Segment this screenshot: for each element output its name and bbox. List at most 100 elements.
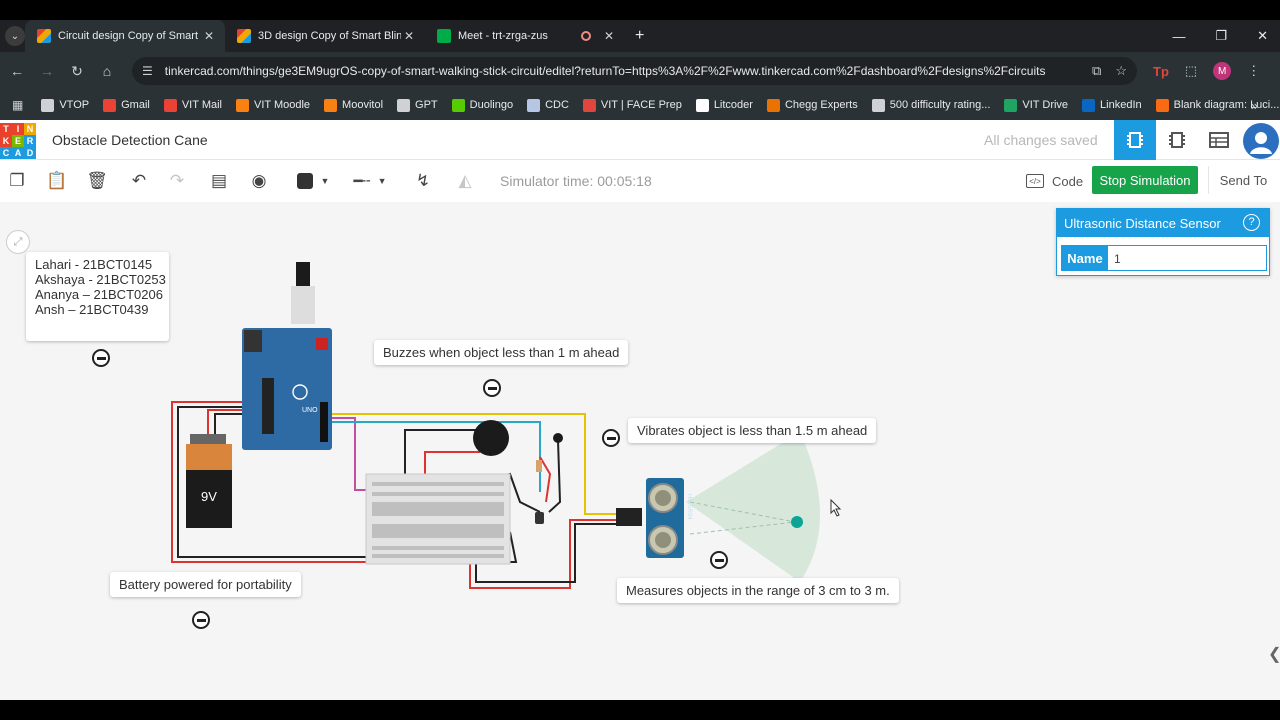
collapse-note-icon[interactable] <box>192 611 210 629</box>
bookmark-item[interactable]: Litcoder <box>695 98 753 112</box>
bookmark-item[interactable]: Blank diagram: Luci... <box>1155 98 1280 112</box>
paste-icon[interactable]: 📋 <box>44 168 70 194</box>
bookmark-item[interactable]: 500 difficulty rating... <box>871 98 990 112</box>
user-avatar[interactable] <box>1243 123 1279 159</box>
more-bookmarks-icon[interactable]: » <box>1251 98 1258 113</box>
tab-strip: ⌄ Circuit design Copy of Smart W ✕ 3D de… <box>0 20 1280 52</box>
buzzer-note[interactable]: Buzzes when object less than 1 m ahead <box>374 340 629 365</box>
bookmark-item[interactable]: CDC <box>527 98 569 112</box>
battery-note[interactable]: Battery powered for portability <box>110 572 301 597</box>
tab-search-button[interactable]: ⌄ <box>5 26 25 46</box>
restore-icon[interactable]: ❐ <box>1215 28 1227 44</box>
bookmark-label: VTOP <box>59 99 90 111</box>
sensor-range-cone <box>686 432 820 582</box>
workplane-canvas[interactable]: ⤢ 9V UNO HC-SR04 Lahari - 21BCT0145 Aksh… <box>0 202 1280 700</box>
code-button[interactable]: </> Code <box>1018 168 1086 194</box>
bookmarks-bar: ▦ VTOP Gmail VIT Mail VIT Moodle Moovitol GPT… <box>0 90 1280 120</box>
bookmark-item[interactable]: Moovitol <box>324 98 383 112</box>
transistor[interactable] <box>535 512 544 524</box>
notes-visibility-icon[interactable]: ◉ <box>246 168 272 194</box>
redo-icon[interactable]: ↷ <box>164 168 190 194</box>
collapse-note-icon[interactable] <box>92 349 110 367</box>
circuit-view-button[interactable] <box>1114 120 1156 160</box>
breadboard[interactable] <box>365 473 511 565</box>
new-tab-button[interactable]: + <box>635 27 644 45</box>
bookmark-item[interactable]: VIT Moodle <box>235 98 311 112</box>
reload-icon[interactable]: ↻ <box>62 63 92 80</box>
piezo-buzzer[interactable] <box>473 420 509 456</box>
bookmark-item[interactable]: VTOP <box>41 98 90 112</box>
range-note[interactable]: Measures objects in the range of 3 cm to… <box>617 578 899 603</box>
logo-letter: R <box>24 135 36 147</box>
send-to-button[interactable]: Send To <box>1208 166 1278 194</box>
bookmark-favicon-icon <box>235 98 249 112</box>
close-tab-icon[interactable]: ✕ <box>201 29 217 43</box>
apps-grid-icon[interactable]: ▦ <box>12 98 23 112</box>
window-controls: — ❐ ✕ <box>1172 20 1268 52</box>
rotate-wire-icon[interactable]: ↯ <box>410 168 436 194</box>
stop-simulation-button[interactable]: Stop Simulation <box>1092 166 1198 194</box>
bookmark-label: VIT Drive <box>1022 99 1069 111</box>
copy-icon[interactable]: ❐ <box>4 168 30 194</box>
bookmark-item[interactable]: Chegg Experts <box>766 98 858 112</box>
vibrate-note[interactable]: Vibrates object is less than 1.5 m ahead <box>628 418 877 443</box>
bookmark-item[interactable]: VIT | FACE Prep <box>582 98 682 112</box>
delete-icon[interactable]: 🗑 <box>84 168 110 194</box>
bookmark-favicon-icon <box>766 98 780 112</box>
site-info-icon[interactable]: ☰ <box>142 64 153 78</box>
chevron-left-icon[interactable]: ❮ <box>1268 644 1280 664</box>
bookmark-label: GPT <box>415 99 438 111</box>
collapse-note-icon[interactable] <box>602 429 620 447</box>
wire-type-button[interactable]: ━╌ ▼ <box>344 168 396 194</box>
close-tab-icon[interactable]: ✕ <box>401 29 417 43</box>
bookmark-label: Blank diagram: Luci... <box>1173 99 1280 111</box>
sensor-target-object[interactable] <box>791 516 803 528</box>
back-icon[interactable]: ← <box>2 63 32 79</box>
tp-extension-icon[interactable]: Tp <box>1153 64 1169 79</box>
bookmark-item[interactable]: Duolingo <box>451 98 513 112</box>
undo-icon[interactable]: ↶ <box>126 168 152 194</box>
9v-battery[interactable]: 9V <box>186 434 232 528</box>
forward-icon[interactable]: → <box>32 63 62 79</box>
tinkercad-header: TINKERCAD Obstacle Detection Cane All ch… <box>0 120 1280 160</box>
color-picker-button[interactable]: ▼ <box>290 168 336 194</box>
collapse-note-icon[interactable] <box>710 551 728 569</box>
ultrasonic-sensor[interactable]: HC-SR04 <box>616 478 692 558</box>
tab-meet[interactable]: Meet - trt-zrga-zus ✕ <box>425 20 625 52</box>
arduino-uno[interactable]: UNO <box>242 262 332 450</box>
tab-circuit-design[interactable]: Circuit design Copy of Smart W ✕ <box>25 20 225 52</box>
resistor[interactable] <box>536 460 542 472</box>
close-tab-icon[interactable]: ✕ <box>601 29 617 43</box>
minimize-icon[interactable]: — <box>1172 29 1185 44</box>
design-title[interactable]: Obstacle Detection Cane <box>52 132 208 148</box>
bookmark-star-icon[interactable]: ☆ <box>1115 63 1127 79</box>
note-icon[interactable]: ▤ <box>206 168 232 194</box>
schematic-view-button[interactable] <box>1156 120 1198 160</box>
tinkercad-logo[interactable]: TINKERCAD <box>0 123 36 159</box>
extensions-puzzle-icon[interactable]: ⬚ <box>1185 63 1197 79</box>
install-app-icon[interactable]: ⧉ <box>1092 63 1101 79</box>
bookmark-item[interactable]: VIT Mail <box>163 98 222 112</box>
collapse-note-icon[interactable] <box>483 379 501 397</box>
address-bar[interactable]: ☰ tinkercad.com/things/ge3EM9ugrOS-copy-… <box>132 57 1137 85</box>
chrome-menu-icon[interactable]: ⋮ <box>1247 63 1260 79</box>
close-window-icon[interactable]: ✕ <box>1257 28 1268 44</box>
bookmark-item[interactable]: LinkedIn <box>1082 98 1142 112</box>
name-input[interactable]: 1 <box>1108 246 1266 270</box>
authors-note[interactable]: Lahari - 21BCT0145 Akshaya - 21BCT0253 A… <box>26 252 169 341</box>
bookmark-label: VIT Moodle <box>253 99 311 111</box>
tab-3d-design[interactable]: 3D design Copy of Smart Blind ✕ <box>225 20 425 52</box>
vibration-motor[interactable] <box>553 433 563 443</box>
profile-avatar[interactable]: M <box>1213 62 1232 80</box>
logo-letter: T <box>0 123 12 135</box>
bookmark-item[interactable]: GPT <box>397 98 438 112</box>
bookmark-item[interactable]: Gmail <box>103 98 150 112</box>
circuit-drawing: 9V UNO HC-SR04 <box>171 262 842 589</box>
chip-icon <box>1127 132 1143 148</box>
tab-title: Circuit design Copy of Smart W <box>58 30 201 42</box>
component-list-button[interactable] <box>1198 120 1240 160</box>
help-icon[interactable]: ? <box>1243 214 1260 231</box>
bookmark-item[interactable]: VIT Drive <box>1004 98 1069 112</box>
flip-icon[interactable]: ◭ <box>452 168 478 194</box>
home-icon[interactable]: ⌂ <box>92 63 122 79</box>
